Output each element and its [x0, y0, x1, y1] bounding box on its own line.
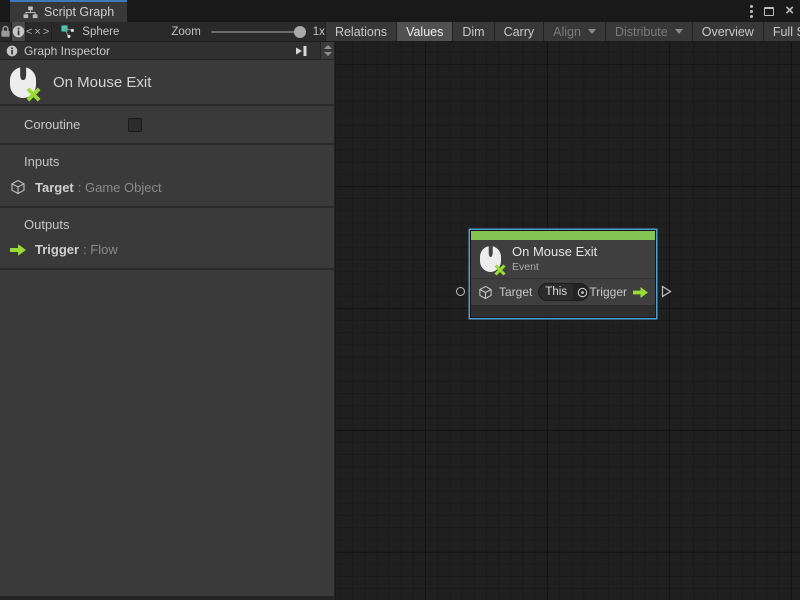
carry-button[interactable]: Carry — [494, 22, 544, 41]
zoom-label: Zoom — [171, 26, 200, 38]
cube-icon — [10, 179, 26, 195]
zoom-value: 1x — [313, 26, 325, 38]
lock-icon — [0, 25, 11, 38]
code-view-button[interactable]: <×> — [26, 22, 52, 41]
graph-inspector-header: Graph Inspector — [0, 42, 334, 60]
dropdown-arrow-icon — [675, 29, 683, 34]
distribute-button[interactable]: Distribute — [605, 22, 692, 41]
outputs-section: Outputs Trigger : Flow — [0, 208, 334, 270]
graph-machine-icon — [61, 25, 75, 39]
selected-unit-title: On Mouse Exit — [53, 74, 151, 91]
node-footer — [471, 305, 655, 317]
tab-script-graph[interactable]: Script Graph — [10, 0, 127, 22]
inspector-title: Graph Inspector — [24, 44, 110, 58]
dock-button[interactable] — [290, 42, 314, 59]
output-port-row: Trigger : Flow — [10, 242, 334, 257]
graph-target-name: Sphere — [82, 26, 119, 38]
inputs-heading: Inputs — [24, 154, 334, 169]
mouse-event-icon — [10, 67, 36, 98]
kebab-menu-icon[interactable] — [750, 10, 753, 13]
node-subtitle: Event — [512, 261, 597, 274]
align-button[interactable]: Align — [543, 22, 605, 41]
node-on-mouse-exit[interactable]: On Mouse Exit Event Target This Trigger — [470, 230, 656, 318]
node-header: On Mouse Exit Event — [471, 240, 655, 278]
overview-button[interactable]: Overview — [692, 22, 763, 41]
port-name: Trigger — [35, 242, 79, 257]
outputs-heading: Outputs — [24, 217, 334, 232]
toolbar-button-group: Relations Values Dim Carry Align Distrib… — [325, 22, 800, 41]
node-port-row: Target This Trigger — [471, 278, 655, 305]
target-value-field[interactable]: This — [538, 283, 589, 301]
port-name: Target — [35, 180, 74, 195]
node-input-label: Target — [499, 285, 532, 299]
inputs-section: Inputs Target : Game Object — [0, 145, 334, 208]
info-icon — [12, 25, 25, 38]
panel-bottom-edge — [0, 596, 334, 600]
target-self-icon[interactable] — [573, 284, 589, 300]
node-title: On Mouse Exit — [512, 244, 597, 260]
relations-button[interactable]: Relations — [325, 22, 396, 41]
info-icon — [6, 45, 18, 57]
node-color-bar — [471, 231, 655, 240]
maximize-icon[interactable] — [764, 7, 774, 16]
input-port-circle[interactable] — [456, 287, 465, 296]
input-port-row: Target : Game Object — [10, 179, 334, 195]
flow-arrow-icon — [633, 287, 648, 298]
dock-icon — [295, 45, 309, 57]
spinner-down-icon — [324, 52, 332, 56]
panel-empty-area — [0, 270, 334, 596]
panel-spinner[interactable] — [320, 42, 334, 59]
zoom-slider[interactable] — [211, 31, 303, 33]
coroutine-checkbox[interactable] — [128, 118, 142, 132]
code-icon: <×> — [26, 26, 51, 38]
graph-canvas[interactable]: On Mouse Exit Event Target This Trigger — [336, 42, 800, 600]
coroutine-label: Coroutine — [24, 117, 128, 132]
spinner-up-icon — [324, 45, 332, 49]
mouse-event-icon — [480, 246, 501, 272]
window-tab-bar: Script Graph × — [0, 0, 800, 22]
coroutine-row: Coroutine — [0, 106, 334, 145]
tab-label: Script Graph — [44, 5, 114, 19]
selected-unit-row: On Mouse Exit — [0, 60, 334, 106]
cube-icon — [478, 285, 493, 300]
inspector-toggle-button[interactable] — [12, 22, 26, 41]
port-type: : Game Object — [78, 180, 162, 195]
dropdown-arrow-icon — [588, 29, 596, 34]
full-screen-button[interactable]: Full Screen — [763, 22, 800, 41]
port-type: : Flow — [83, 242, 118, 257]
node-output-label: Trigger — [589, 285, 627, 299]
lock-button[interactable] — [0, 22, 12, 41]
graph-toolbar: <×> Sphere Zoom 1x Relations Values Dim … — [0, 22, 800, 42]
graph-inspector-panel: Graph Inspector On Mouse Exit Coroutine … — [0, 42, 335, 600]
hierarchy-icon — [23, 6, 38, 19]
flow-arrow-icon — [10, 244, 26, 256]
dim-button[interactable]: Dim — [452, 22, 493, 41]
output-port-triangle[interactable] — [661, 285, 672, 298]
values-button[interactable]: Values — [396, 22, 452, 41]
zoom-slider-handle[interactable] — [294, 26, 306, 38]
close-icon[interactable]: × — [785, 3, 794, 18]
